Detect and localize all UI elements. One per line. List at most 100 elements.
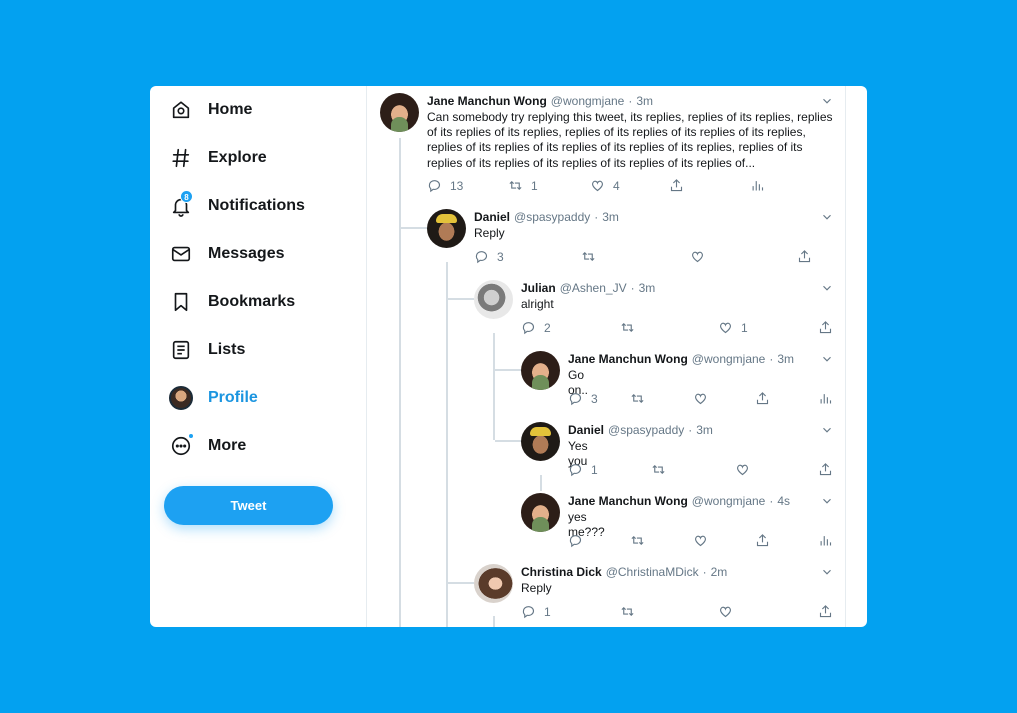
- avatar[interactable]: [521, 351, 560, 390]
- retweet-icon: [582, 251, 595, 262]
- share-icon: [819, 321, 832, 334]
- like-count: 1: [741, 320, 748, 335]
- home-icon: [168, 97, 194, 123]
- timestamp[interactable]: 3m: [777, 352, 794, 366]
- author-handle[interactable]: @spasypaddy: [514, 210, 590, 224]
- sidebar-item-more[interactable]: More: [168, 430, 246, 462]
- chevron-down-icon[interactable]: [820, 281, 834, 295]
- share-button[interactable]: [669, 178, 684, 193]
- twitter-window: Home Explore 8 Notifications Messages Bo…: [150, 86, 867, 627]
- chevron-down-icon[interactable]: [820, 94, 834, 108]
- author-handle[interactable]: @Ashen_JV: [560, 281, 627, 295]
- reply-button[interactable]: 1: [568, 462, 598, 477]
- avatar[interactable]: [474, 280, 513, 319]
- share-icon: [819, 463, 832, 476]
- author-handle[interactable]: @wongmjane: [692, 352, 766, 366]
- sidebar-item-label: Profile: [208, 389, 258, 406]
- like-button[interactable]: [690, 249, 705, 264]
- reply-icon: [569, 535, 582, 548]
- chevron-down-icon[interactable]: [820, 565, 834, 579]
- retweet-button[interactable]: [581, 249, 596, 264]
- avatar: [169, 386, 193, 410]
- retweet-button[interactable]: [620, 320, 635, 335]
- like-button[interactable]: 4: [590, 178, 620, 193]
- share-icon: [819, 605, 832, 618]
- thread-line: [448, 298, 474, 300]
- reply-button[interactable]: 3: [474, 249, 504, 264]
- heart-icon: [692, 251, 703, 263]
- retweet-button[interactable]: [651, 462, 666, 477]
- avatar[interactable]: [474, 564, 513, 603]
- reply-count: 1: [544, 604, 551, 619]
- timestamp[interactable]: 4s: [777, 494, 790, 508]
- chevron-down-icon[interactable]: [820, 210, 834, 224]
- retweet-button[interactable]: [630, 391, 645, 406]
- author-name[interactable]: Jane Manchun Wong: [427, 94, 547, 108]
- analytics-button[interactable]: [818, 533, 833, 548]
- reply-button[interactable]: 13: [427, 178, 463, 193]
- tweet-button[interactable]: Tweet: [164, 486, 333, 525]
- chevron-down-icon[interactable]: [820, 352, 834, 366]
- sidebar-item-label: Explore: [208, 149, 267, 166]
- author-name[interactable]: Julian: [521, 281, 556, 295]
- sidebar-item-label: Messages: [208, 245, 285, 262]
- analytics-button[interactable]: [750, 178, 765, 193]
- author-handle[interactable]: @wongmjane: [551, 94, 625, 108]
- share-button[interactable]: [818, 462, 833, 477]
- author-handle[interactable]: @spasypaddy: [608, 423, 684, 437]
- analytics-icon: [820, 536, 832, 546]
- like-button[interactable]: [718, 604, 733, 619]
- sidebar-item-explore[interactable]: Explore: [168, 142, 267, 174]
- author-name[interactable]: Jane Manchun Wong: [568, 352, 688, 366]
- column-divider: [845, 86, 846, 627]
- author-name[interactable]: Christina Dick: [521, 565, 602, 579]
- sidebar-item-profile[interactable]: Profile: [168, 382, 258, 414]
- analytics-icon: [820, 394, 832, 404]
- separator: ·: [769, 494, 774, 508]
- like-button[interactable]: 1: [718, 320, 748, 335]
- timestamp[interactable]: 3m: [639, 281, 656, 295]
- share-button[interactable]: [818, 604, 833, 619]
- reply-icon: [522, 322, 535, 335]
- chevron-down-icon[interactable]: [820, 494, 834, 508]
- author-name[interactable]: Daniel: [474, 210, 510, 224]
- timestamp[interactable]: 2m: [711, 565, 728, 579]
- reply-count: 3: [497, 249, 504, 264]
- share-button[interactable]: [755, 391, 770, 406]
- timestamp[interactable]: 3m: [602, 210, 619, 224]
- list-icon: [168, 337, 194, 363]
- reply-count: 3: [591, 391, 598, 406]
- avatar[interactable]: [380, 93, 419, 132]
- author-name[interactable]: Jane Manchun Wong: [568, 494, 688, 508]
- reply-button[interactable]: [568, 533, 583, 548]
- timestamp[interactable]: 3m: [636, 94, 653, 108]
- sidebar-item-home[interactable]: Home: [168, 94, 252, 126]
- separator: ·: [769, 352, 774, 366]
- avatar[interactable]: [427, 209, 466, 248]
- share-button[interactable]: [755, 533, 770, 548]
- sidebar-item-notifications[interactable]: 8 Notifications: [168, 190, 305, 222]
- timestamp[interactable]: 3m: [696, 423, 713, 437]
- like-button[interactable]: [693, 533, 708, 548]
- sidebar-item-messages[interactable]: Messages: [168, 238, 285, 270]
- avatar[interactable]: [521, 493, 560, 532]
- share-button[interactable]: [797, 249, 812, 264]
- author-name[interactable]: Daniel: [568, 423, 604, 437]
- analytics-button[interactable]: [818, 391, 833, 406]
- like-button[interactable]: [693, 391, 708, 406]
- thread-line: [493, 333, 495, 440]
- avatar[interactable]: [521, 422, 560, 461]
- retweet-button[interactable]: [620, 604, 635, 619]
- reply-button[interactable]: 1: [521, 604, 551, 619]
- like-button[interactable]: [735, 462, 750, 477]
- sidebar-item-lists[interactable]: Lists: [168, 334, 245, 366]
- retweet-button[interactable]: [630, 533, 645, 548]
- reply-button[interactable]: 3: [568, 391, 598, 406]
- sidebar-item-bookmarks[interactable]: Bookmarks: [168, 286, 295, 318]
- chevron-down-icon[interactable]: [820, 423, 834, 437]
- reply-button[interactable]: 2: [521, 320, 551, 335]
- retweet-button[interactable]: 1: [508, 178, 538, 193]
- author-handle[interactable]: @ChristinaMDick: [606, 565, 699, 579]
- share-button[interactable]: [818, 320, 833, 335]
- author-handle[interactable]: @wongmjane: [692, 494, 766, 508]
